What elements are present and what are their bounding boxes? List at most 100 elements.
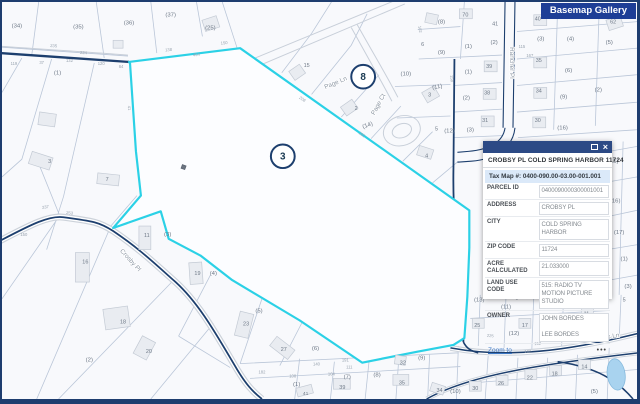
popup-titlebar: × (483, 141, 612, 153)
parcel-label: (1) (465, 44, 472, 50)
dimension-label: 182 (258, 369, 266, 374)
dock-window-icon[interactable] (591, 144, 598, 150)
street-label: Rancher Pl (508, 47, 515, 79)
parcel-label: (6) (312, 346, 319, 352)
parcel-label: 41 (303, 391, 309, 397)
parcel-label: (5) (255, 309, 262, 315)
parcel-label: (25) (205, 26, 216, 32)
dimension-label: 37 (39, 60, 44, 65)
parcel-label: 40 (535, 17, 541, 23)
dimension-label: 150 (20, 232, 28, 237)
field-row: PARCEL ID0400090000300001001 (485, 183, 610, 200)
field-row: ADDRESSCROBSY PL (485, 200, 610, 217)
building-footprint (181, 165, 186, 170)
parcel-label: 39 (486, 64, 492, 70)
parcel-label: (3) (164, 232, 171, 238)
parcel-label: 2 (355, 106, 358, 112)
parcel-label: (1) (620, 256, 627, 262)
building-footprint (103, 306, 130, 330)
parcel-label: 35 (536, 58, 542, 64)
map-marker-number[interactable]: 8 (360, 72, 366, 83)
parcel-label: 5 (435, 127, 438, 133)
parcel-label: (5) (591, 389, 598, 395)
close-icon[interactable]: × (603, 142, 608, 152)
parcel-label: 15 (304, 63, 310, 69)
parcel-label: 16 (82, 259, 88, 265)
parcel-label: 18 (120, 319, 126, 325)
parcel-label: (6) (565, 68, 572, 74)
field-label: ADDRESS (485, 200, 537, 216)
parcel-label: (8) (438, 20, 445, 26)
dimension-label: 191 (342, 358, 350, 363)
field-label: PARCEL ID (485, 183, 537, 199)
field-value: CROBSY PL (539, 202, 609, 215)
zoom-to-link[interactable]: Zoom to (488, 347, 512, 354)
attribute-table: PARCEL ID0400090000300001001ADDRESSCROBS… (485, 183, 610, 344)
parcel-label: 32 (400, 361, 406, 367)
field-row: LAND USE CODE515: RADIO TV MOTION PICTUR… (485, 278, 610, 311)
parcel-label: 41 (492, 22, 498, 28)
parcel-label: 5 (623, 298, 626, 304)
building-footprint (425, 13, 439, 25)
parcel-label: (8) (373, 372, 380, 378)
parcel-label: (3) (467, 128, 474, 134)
building-footprint (113, 40, 123, 48)
parcel-label: (17) (614, 230, 625, 236)
field-label: ACRE CALCULATED (485, 259, 537, 277)
dimension-label: 224 (80, 50, 88, 55)
dimension-label: 111 (346, 365, 353, 370)
field-label: ZIP CODE (485, 242, 537, 258)
parcel-label: (10) (450, 389, 461, 395)
dimension-label: 454 (193, 52, 201, 58)
dimension-label: 119 (11, 61, 18, 66)
parcel-label: 35 (399, 380, 405, 386)
parcel-label: (9) (560, 94, 567, 100)
parcel-label: (1) (293, 382, 300, 388)
parcel-label: (3) (624, 284, 631, 290)
parcel-label: 31 (482, 118, 488, 124)
parcel-label: (16) (557, 126, 568, 132)
parcel-label: (4) (210, 271, 217, 277)
popup-footer: Zoom to ••• (483, 344, 612, 359)
parcel-label: 19 (194, 271, 200, 277)
dimension-label: 115 (519, 44, 526, 49)
parcel-label: (1) (54, 71, 61, 77)
field-value: JOHN BORDES LEE BORDES (539, 313, 609, 342)
dimension-label: 138 (165, 47, 173, 53)
field-row: CITYCOLD SPRING HARBOR (485, 217, 610, 242)
field-row: ZIP CODE11724 (485, 242, 610, 259)
basemap-gallery-button[interactable]: Basemap Gallery (541, 3, 636, 19)
field-row: OWNERJOHN BORDES LEE BORDES (485, 311, 610, 344)
parcel-label: (2) (595, 87, 602, 93)
field-label: LAND USE CODE (485, 278, 537, 310)
popup-menu-ellipsis[interactable]: ••• (597, 347, 607, 354)
parcel-label: 62 (610, 20, 616, 26)
parcel-label: (2) (490, 40, 497, 46)
parcel-label: 11 (144, 233, 150, 239)
dimension-label: 120 (98, 61, 106, 66)
dimension-label: 150 (220, 40, 228, 46)
parcel-label: (2) (86, 358, 93, 364)
parcel-label: (3) (537, 36, 544, 42)
parcel-label: 30 (472, 386, 478, 392)
parcel-label: (7) (344, 374, 351, 380)
parcel-label: 70 (462, 13, 468, 19)
map-application-window: 2352241193713212064138454150208292412372… (0, 0, 640, 404)
field-value: COLD SPRING HARBOR (539, 219, 609, 240)
map-marker-number[interactable]: 3 (280, 152, 286, 163)
dimension-label: 158 (449, 75, 455, 83)
field-value: 515: RADIO TV MOTION PICTURE STUDIO (539, 280, 609, 309)
parcel-label: (5) (606, 40, 613, 46)
dimension-label: 108 (289, 373, 297, 378)
dimension-label: 132 (66, 58, 74, 63)
parcel-label: 20 (146, 349, 152, 355)
popup-title: CROBSY PL COLD SPRING HARBOR 11724 (483, 153, 612, 168)
parcel-label: 23 (243, 321, 249, 327)
parcel-label: 3 (48, 159, 51, 165)
dimension-label: 64 (119, 64, 124, 69)
parcel-label: (10) (401, 72, 412, 78)
parcel-label: (34) (12, 24, 23, 30)
parcel-label: (4) (567, 36, 574, 42)
field-value: 0400090000300001001 (539, 185, 609, 198)
parcel-label: 18 (552, 371, 558, 377)
